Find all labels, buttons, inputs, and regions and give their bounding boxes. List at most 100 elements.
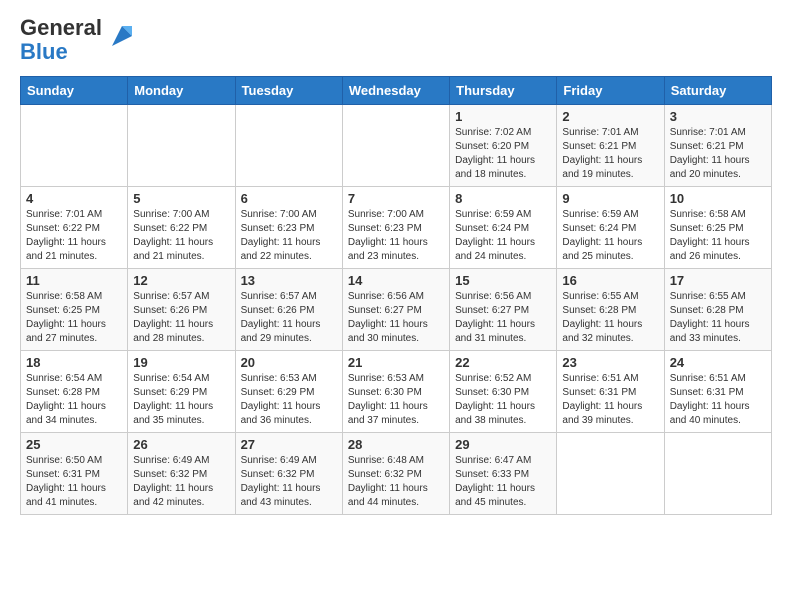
day-number: 18 — [26, 355, 122, 370]
calendar-cell: 25 Sunrise: 6:50 AMSunset: 6:31 PMDayligh… — [21, 433, 128, 515]
day-info: Sunrise: 6:47 AMSunset: 6:33 PMDaylight:… — [455, 454, 551, 510]
day-info: Sunrise: 6:54 AMSunset: 6:29 PMDaylight:… — [133, 372, 229, 428]
day-of-week-header: Saturday — [664, 77, 771, 105]
calendar-cell: 22 Sunrise: 6:52 AMSunset: 6:30 PMDayligh… — [450, 351, 557, 433]
calendar-cell: 14 Sunrise: 6:56 AMSunset: 6:27 PMDayligh… — [342, 269, 449, 351]
day-of-week-header: Thursday — [450, 77, 557, 105]
calendar-cell: 5 Sunrise: 7:00 AMSunset: 6:22 PMDaylight… — [128, 187, 235, 269]
calendar-cell: 8Sunrise: 6:59 AMSunset: 6:24 PMDaylight… — [450, 187, 557, 269]
day-number: 29 — [455, 437, 551, 452]
day-info: Sunrise: 7:01 AMSunset: 6:21 PMDaylight:… — [670, 126, 766, 182]
calendar-table: SundayMondayTuesdayWednesdayThursdayFrid… — [20, 76, 772, 515]
day-number: 6 — [241, 191, 337, 206]
day-number: 10 — [670, 191, 766, 206]
day-number: 16 — [562, 273, 658, 288]
day-number: 14 — [348, 273, 444, 288]
calendar-cell: 10 Sunrise: 6:58 AMSunset: 6:25 PMDayligh… — [664, 187, 771, 269]
day-number: 13 — [241, 273, 337, 288]
day-info: Sunrise: 6:55 AMSunset: 6:28 PMDaylight:… — [670, 290, 766, 346]
day-number: 7 — [348, 191, 444, 206]
logo: General Blue — [20, 16, 138, 64]
calendar-cell: 20 Sunrise: 6:53 AMSunset: 6:29 PMDayligh… — [235, 351, 342, 433]
calendar-cell: 11 Sunrise: 6:58 AMSunset: 6:25 PMDayligh… — [21, 269, 128, 351]
calendar-cell: 2 Sunrise: 7:01 AMSunset: 6:21 PMDaylight… — [557, 105, 664, 187]
day-info: Sunrise: 7:00 AMSunset: 6:23 PMDaylight:… — [241, 208, 337, 264]
calendar-cell: 7 Sunrise: 7:00 AMSunset: 6:23 PMDaylight… — [342, 187, 449, 269]
calendar-cell — [557, 433, 664, 515]
calendar-cell: 18 Sunrise: 6:54 AMSunset: 6:28 PMDayligh… — [21, 351, 128, 433]
day-info: Sunrise: 6:51 AMSunset: 6:31 PMDaylight:… — [670, 372, 766, 428]
calendar-cell: 9 Sunrise: 6:59 AMSunset: 6:24 PMDaylight… — [557, 187, 664, 269]
calendar-cell: 29 Sunrise: 6:47 AMSunset: 6:33 PMDayligh… — [450, 433, 557, 515]
day-number: 25 — [26, 437, 122, 452]
day-of-week-header: Friday — [557, 77, 664, 105]
day-info: Sunrise: 7:01 AMSunset: 6:22 PMDaylight:… — [26, 208, 122, 264]
calendar-cell: 4Sunrise: 7:01 AMSunset: 6:22 PMDaylight… — [21, 187, 128, 269]
day-number: 11 — [26, 273, 122, 288]
day-number: 17 — [670, 273, 766, 288]
calendar-week-row: 11 Sunrise: 6:58 AMSunset: 6:25 PMDayligh… — [21, 269, 772, 351]
calendar-cell: 15 Sunrise: 6:56 AMSunset: 6:27 PMDayligh… — [450, 269, 557, 351]
day-info: Sunrise: 6:50 AMSunset: 6:31 PMDaylight:… — [26, 454, 122, 510]
day-info: Sunrise: 6:59 AMSunset: 6:24 PMDaylight:… — [455, 208, 551, 264]
day-info: Sunrise: 6:57 AMSunset: 6:26 PMDaylight:… — [241, 290, 337, 346]
day-number: 20 — [241, 355, 337, 370]
day-number: 5 — [133, 191, 229, 206]
day-info: Sunrise: 6:58 AMSunset: 6:25 PMDaylight:… — [670, 208, 766, 264]
calendar-cell: 27 Sunrise: 6:49 AMSunset: 6:32 PMDayligh… — [235, 433, 342, 515]
day-of-week-header: Sunday — [21, 77, 128, 105]
day-number: 26 — [133, 437, 229, 452]
day-number: 3 — [670, 109, 766, 124]
day-info: Sunrise: 6:58 AMSunset: 6:25 PMDaylight:… — [26, 290, 122, 346]
calendar-week-row: 18 Sunrise: 6:54 AMSunset: 6:28 PMDayligh… — [21, 351, 772, 433]
day-number: 22 — [455, 355, 551, 370]
logo-icon — [106, 20, 138, 57]
day-info: Sunrise: 6:57 AMSunset: 6:26 PMDaylight:… — [133, 290, 229, 346]
day-info: Sunrise: 7:01 AMSunset: 6:21 PMDaylight:… — [562, 126, 658, 182]
calendar-cell: 13 Sunrise: 6:57 AMSunset: 6:26 PMDayligh… — [235, 269, 342, 351]
logo-text: General Blue — [20, 16, 102, 64]
day-number: 23 — [562, 355, 658, 370]
day-number: 1 — [455, 109, 551, 124]
day-number: 15 — [455, 273, 551, 288]
day-number: 19 — [133, 355, 229, 370]
day-info: Sunrise: 6:52 AMSunset: 6:30 PMDaylight:… — [455, 372, 551, 428]
calendar-cell — [21, 105, 128, 187]
day-of-week-header: Monday — [128, 77, 235, 105]
day-info: Sunrise: 7:00 AMSunset: 6:23 PMDaylight:… — [348, 208, 444, 264]
calendar-cell — [235, 105, 342, 187]
day-info: Sunrise: 6:56 AMSunset: 6:27 PMDaylight:… — [348, 290, 444, 346]
calendar-cell: 21Sunrise: 6:53 AMSunset: 6:30 PMDayligh… — [342, 351, 449, 433]
day-info: Sunrise: 6:53 AMSunset: 6:30 PMDaylight:… — [348, 372, 444, 428]
day-number: 12 — [133, 273, 229, 288]
calendar-cell: 26 Sunrise: 6:49 AMSunset: 6:32 PMDayligh… — [128, 433, 235, 515]
calendar-cell: 19 Sunrise: 6:54 AMSunset: 6:29 PMDayligh… — [128, 351, 235, 433]
day-of-week-header: Tuesday — [235, 77, 342, 105]
day-info: Sunrise: 6:56 AMSunset: 6:27 PMDaylight:… — [455, 290, 551, 346]
day-info: Sunrise: 6:49 AMSunset: 6:32 PMDaylight:… — [241, 454, 337, 510]
calendar-cell — [664, 433, 771, 515]
day-number: 27 — [241, 437, 337, 452]
day-number: 2 — [562, 109, 658, 124]
day-info: Sunrise: 6:48 AMSunset: 6:32 PMDaylight:… — [348, 454, 444, 510]
calendar-week-row: 4Sunrise: 7:01 AMSunset: 6:22 PMDaylight… — [21, 187, 772, 269]
calendar-week-row: 25 Sunrise: 6:50 AMSunset: 6:31 PMDayligh… — [21, 433, 772, 515]
calendar-cell — [128, 105, 235, 187]
day-info: Sunrise: 6:53 AMSunset: 6:29 PMDaylight:… — [241, 372, 337, 428]
day-info: Sunrise: 6:55 AMSunset: 6:28 PMDaylight:… — [562, 290, 658, 346]
day-info: Sunrise: 6:59 AMSunset: 6:24 PMDaylight:… — [562, 208, 658, 264]
page: General Blue SundayMondayTuesdayWednesda… — [0, 0, 792, 531]
calendar-cell: 28 Sunrise: 6:48 AMSunset: 6:32 PMDayligh… — [342, 433, 449, 515]
calendar-cell: 24Sunrise: 6:51 AMSunset: 6:31 PMDayligh… — [664, 351, 771, 433]
calendar-cell: 23Sunrise: 6:51 AMSunset: 6:31 PMDayligh… — [557, 351, 664, 433]
header: General Blue — [20, 16, 772, 64]
day-info: Sunrise: 7:00 AMSunset: 6:22 PMDaylight:… — [133, 208, 229, 264]
day-info: Sunrise: 6:49 AMSunset: 6:32 PMDaylight:… — [133, 454, 229, 510]
day-info: Sunrise: 6:54 AMSunset: 6:28 PMDaylight:… — [26, 372, 122, 428]
day-number: 28 — [348, 437, 444, 452]
calendar-cell: 16 Sunrise: 6:55 AMSunset: 6:28 PMDayligh… — [557, 269, 664, 351]
calendar-week-row: 1Sunrise: 7:02 AMSunset: 6:20 PMDaylight… — [21, 105, 772, 187]
calendar-header-row: SundayMondayTuesdayWednesdayThursdayFrid… — [21, 77, 772, 105]
day-number: 9 — [562, 191, 658, 206]
calendar-cell: 17 Sunrise: 6:55 AMSunset: 6:28 PMDayligh… — [664, 269, 771, 351]
